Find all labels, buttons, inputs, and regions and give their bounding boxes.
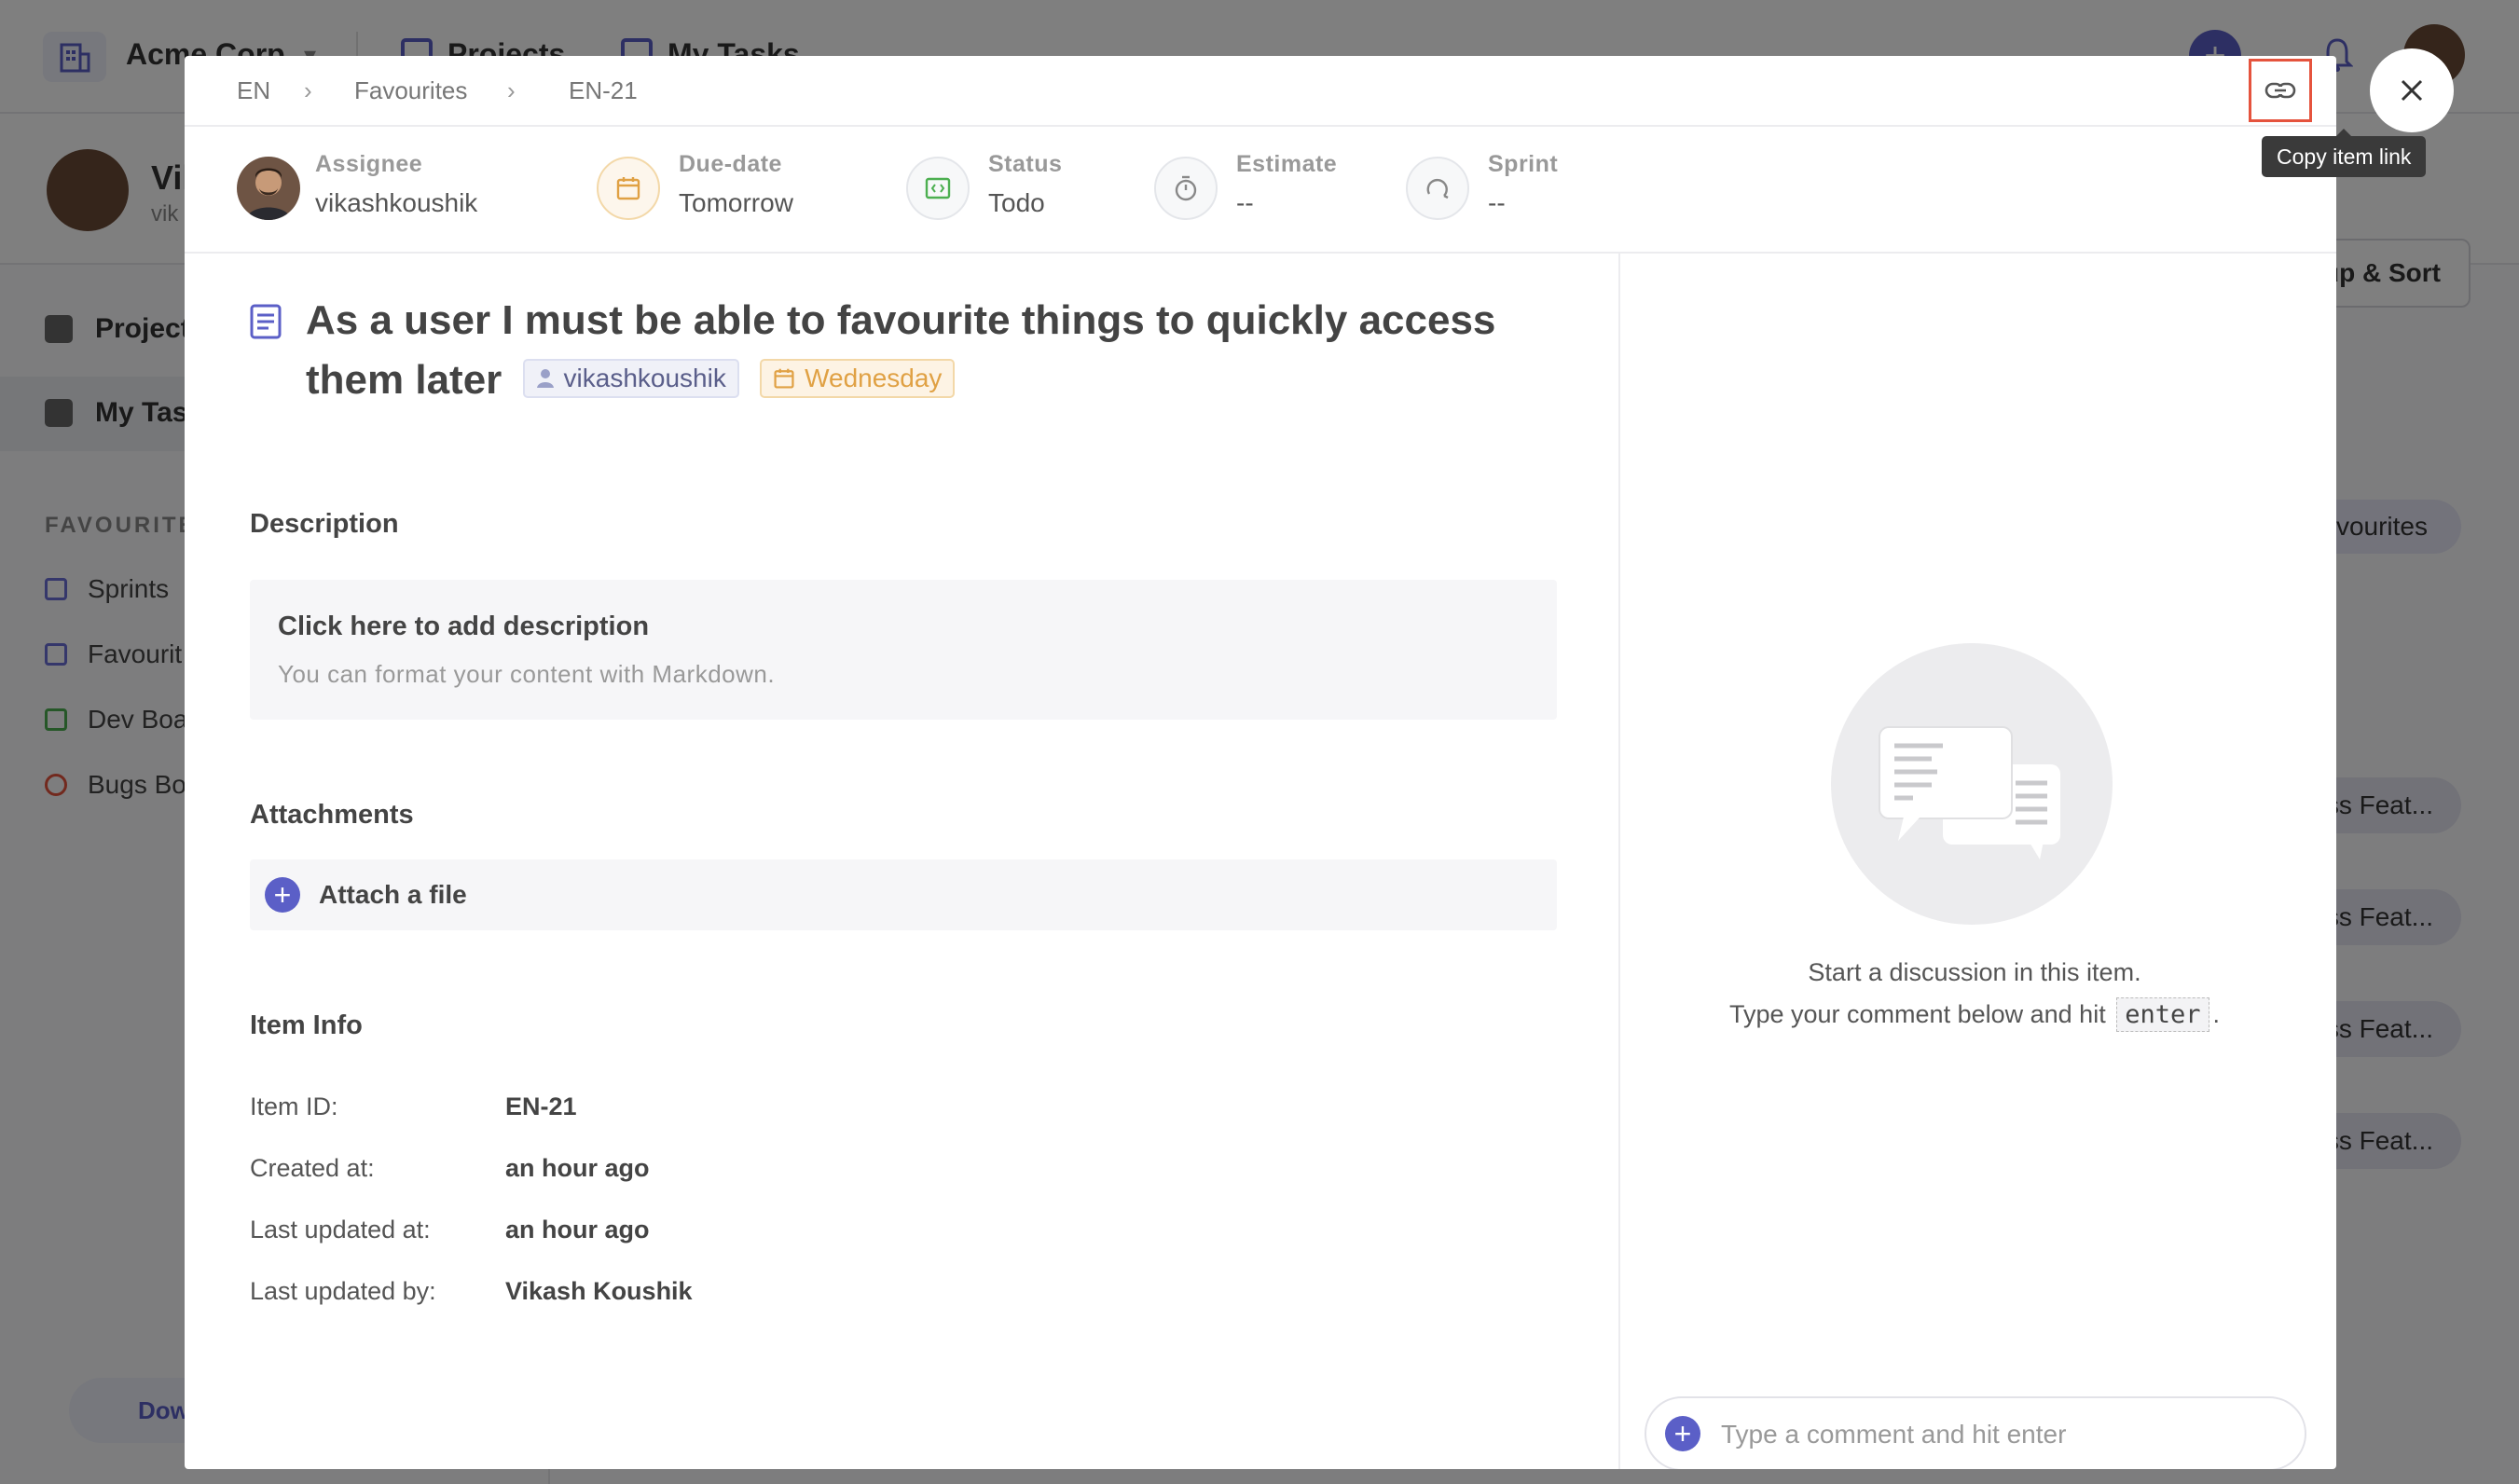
status-label: Status	[988, 151, 1063, 177]
sprint-label: Sprint	[1488, 151, 1559, 177]
sprint-value: --	[1488, 188, 1506, 217]
chevron-right-icon: ›	[507, 76, 516, 104]
discussion-empty-hint: Type your comment below and hit enter.	[1620, 997, 2329, 1032]
close-icon	[2401, 79, 2423, 102]
due-date-label: Due-date	[679, 151, 782, 177]
item-meta-bar: Assignee vikashkoushik Due-date Tomorrow…	[185, 127, 2336, 254]
info-label: Created at:	[250, 1154, 375, 1182]
user-icon	[536, 369, 554, 389]
sprint-cycle-icon	[1406, 157, 1469, 220]
info-value: Vikash Koushik	[505, 1277, 693, 1305]
discussion-empty-illustration	[1831, 643, 2113, 925]
estimate-label: Estimate	[1236, 151, 1338, 177]
close-button[interactable]	[2370, 48, 2454, 132]
discussion-pane: Start a discussion in this item. Type yo…	[1618, 254, 2336, 1469]
assignee-chip-label: vikashkoushik	[563, 364, 726, 393]
chevron-right-icon: ›	[304, 76, 312, 104]
description-placeholder-hint: You can format your content with Markdow…	[278, 660, 776, 688]
item-info-heading: Item Info	[250, 1010, 363, 1040]
stopwatch-icon	[1154, 157, 1218, 220]
assignee-label: Assignee	[315, 151, 423, 177]
add-attachment-button[interactable]: +	[1665, 1416, 1700, 1451]
breadcrumb-item[interactable]: EN-21	[569, 76, 638, 105]
attachments-heading: Attachments	[250, 800, 414, 830]
estimate-value: --	[1236, 188, 1254, 217]
document-icon	[250, 304, 282, 339]
breadcrumb-project[interactable]: EN	[237, 76, 270, 105]
description-placeholder-title: Click here to add description	[278, 611, 650, 641]
info-value: EN-21	[505, 1092, 577, 1120]
discussion-empty-text: Start a discussion in this item.	[1808, 958, 2141, 986]
assignee-chip[interactable]: vikashkoushik	[522, 359, 739, 399]
link-icon	[2264, 82, 2296, 99]
attach-file-button[interactable]: + Attach a file	[250, 859, 1557, 930]
comment-composer[interactable]: +	[1645, 1396, 2306, 1469]
copy-link-button[interactable]	[2249, 59, 2312, 122]
item-modal: EN › Favourites › EN-21 Assignee vikashk…	[185, 56, 2336, 1469]
discussion-hint-period: .	[2212, 1000, 2221, 1028]
info-label: Last updated by:	[250, 1277, 436, 1305]
status-value: Todo	[988, 188, 1045, 217]
comment-input[interactable]	[1719, 1413, 2282, 1456]
avatar	[237, 157, 300, 220]
item-details-pane: As a user I must be able to favourite th…	[185, 254, 1618, 1469]
due-date-value: Tomorrow	[679, 188, 793, 217]
info-value: an hour ago	[505, 1154, 650, 1182]
plus-icon: +	[265, 877, 300, 913]
discussion-hint-text: Type your comment below and hit	[1728, 1000, 2106, 1028]
info-label: Item ID:	[250, 1092, 338, 1120]
item-title[interactable]: As a user I must be able to favourite th…	[306, 291, 1592, 410]
description-editor[interactable]: Click here to add description You can fo…	[250, 580, 1557, 720]
code-board-icon	[906, 157, 970, 220]
due-date-chip-label: Wednesday	[805, 364, 943, 393]
info-label: Last updated at:	[250, 1216, 431, 1244]
info-value: an hour ago	[505, 1216, 650, 1244]
attach-file-label: Attach a file	[319, 880, 467, 909]
breadcrumb: EN › Favourites › EN-21	[185, 56, 2336, 127]
calendar-icon	[774, 369, 794, 389]
breadcrumb-board[interactable]: Favourites	[354, 76, 467, 105]
calendar-icon	[597, 157, 660, 220]
assignee-value: vikashkoushik	[315, 188, 478, 217]
description-heading: Description	[250, 509, 399, 539]
enter-key-hint: enter	[2116, 997, 2209, 1032]
chat-bubbles-icon	[1879, 726, 2060, 859]
due-date-chip[interactable]: Wednesday	[760, 359, 956, 399]
copy-link-tooltip: Copy item link	[2262, 129, 2427, 177]
